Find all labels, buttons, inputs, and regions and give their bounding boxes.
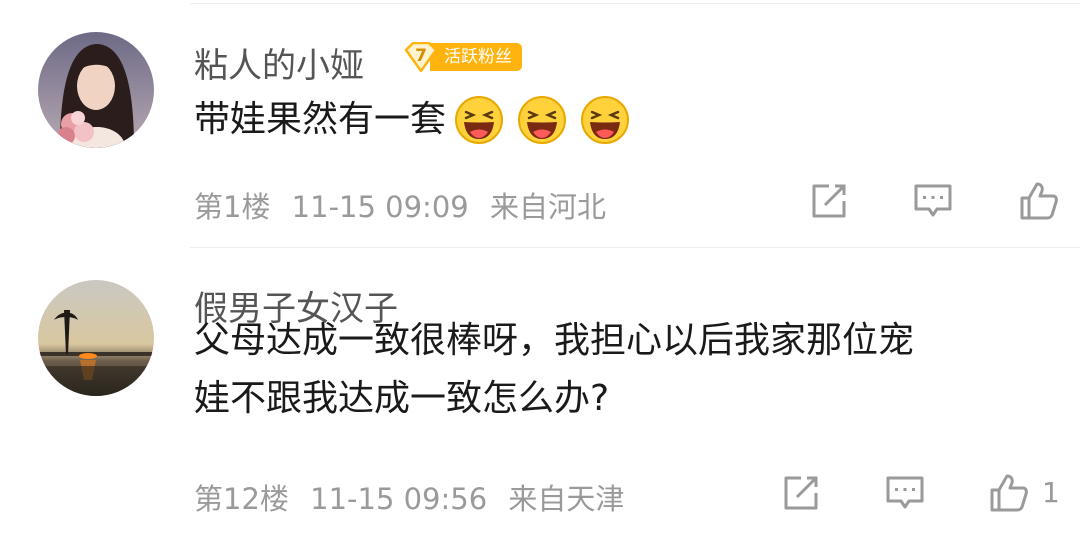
level-icon: 7 [404,42,438,72]
comment-actions: 1 [760,470,1080,520]
laughing-emoji-icon [455,96,504,144]
badge-label: 活跃粉丝 [430,43,522,71]
like-button[interactable] [986,470,1032,516]
like-button[interactable] [1016,178,1062,224]
fan-badge[interactable]: 7 活跃粉丝 [404,41,522,73]
comment-icon [914,184,952,217]
avatar[interactable] [38,280,154,396]
location: 来自河北 [489,190,606,224]
thumbs-up-icon [1020,182,1058,220]
timestamp: 11-15 09:56 [310,482,488,516]
repost-button[interactable] [806,178,852,224]
comment-button[interactable] [882,470,928,516]
laughing-emoji-icon [518,96,567,144]
comment-icon [886,476,924,509]
timestamp: 11-15 09:09 [291,190,469,224]
comment-text: 父母达成一致很棒呀，我担心以后我家那位宠 娃不跟我达成一致怎么办? [194,320,915,419]
location: 来自天津 [508,482,625,516]
thumbs-up-icon [990,474,1028,512]
repost-icon [784,476,818,510]
comment-text: 带娃果然有一套 [194,91,630,149]
repost-icon [812,184,846,218]
comment-item: 假男子女汉子 父母达成一致很棒呀，我担心以后我家那位宠 娃不跟我达成一致怎么办?… [0,248,1080,540]
username[interactable]: 粘人的小娅 [194,38,364,87]
laughing-emoji-icon [581,96,630,144]
floor-number: 第1楼 [194,190,271,224]
comment-actions [790,178,1080,228]
comment-meta: 第12楼 11-15 09:56 来自天津 [194,476,624,518]
comment-item: 粘人的小娅 7 活跃粉丝 带娃果然有一套 第1楼 11-15 09:09 来自河… [0,0,1080,248]
comment-button[interactable] [910,178,956,224]
comment-meta: 第1楼 11-15 09:09 来自河北 [194,184,606,226]
like-count: 1 [1042,476,1060,509]
repost-button[interactable] [778,470,824,516]
floor-number: 第12楼 [194,482,289,516]
avatar[interactable] [38,32,154,148]
